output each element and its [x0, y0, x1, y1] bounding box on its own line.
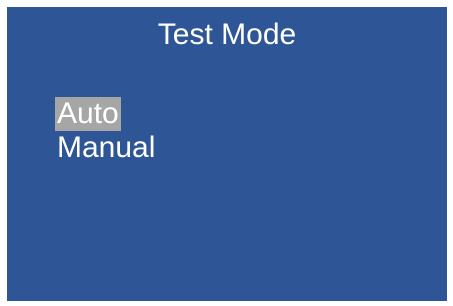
menu-item-auto[interactable]: Auto: [55, 97, 121, 131]
mode-menu: Auto Manual: [55, 97, 157, 165]
screen-title: Test Mode: [157, 18, 297, 51]
test-mode-screen: Test Mode Auto Manual: [7, 7, 447, 301]
menu-item-manual[interactable]: Manual: [55, 131, 157, 165]
